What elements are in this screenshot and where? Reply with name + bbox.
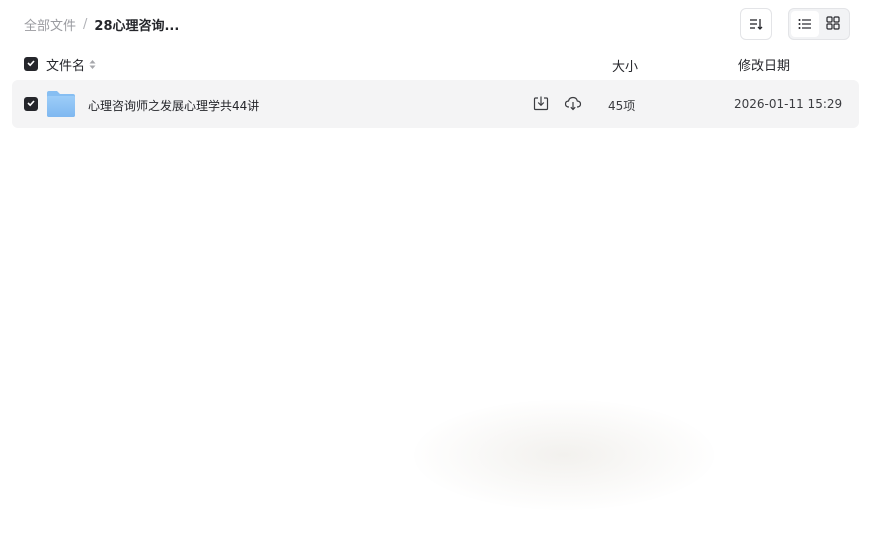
list-view-button[interactable]	[791, 11, 819, 37]
grid-view-button[interactable]	[819, 11, 847, 37]
sort-arrows-icon	[89, 59, 96, 70]
check-icon	[26, 57, 36, 72]
sort-button[interactable]	[740, 8, 772, 40]
file-size: 45项	[608, 99, 636, 113]
background-glow	[414, 400, 714, 510]
sort-lines-icon	[749, 15, 763, 34]
column-name-label: 文件名	[46, 59, 86, 74]
grid-view-icon	[826, 15, 840, 34]
file-date: 2026-01-11 15:29	[734, 97, 843, 111]
list-view-icon	[798, 15, 812, 34]
view-toggle	[788, 8, 850, 40]
folder-icon	[46, 90, 76, 121]
file-name[interactable]: 心理咨询师之发展心理学共44讲	[88, 97, 259, 114]
cloud-save-icon	[564, 95, 582, 114]
cloud-save-button[interactable]	[563, 94, 583, 114]
table-header: 文件名 大小 修改日期	[12, 52, 859, 76]
check-icon	[26, 97, 36, 111]
column-date-header: 修改日期	[738, 59, 791, 74]
breadcrumb-root[interactable]: 全部文件	[24, 15, 76, 34]
file-browser: 全部文件 / 28心理咨询... 文件名 大小 修改日期 心理咨询师之发展心理学…	[0, 0, 874, 538]
column-size-header: 大小	[612, 60, 639, 75]
breadcrumb: 全部文件 / 28心理咨询...	[24, 14, 179, 34]
breadcrumb-separator: /	[83, 16, 88, 32]
select-all-checkbox[interactable]	[24, 57, 38, 71]
row-checkbox[interactable]	[24, 97, 38, 111]
breadcrumb-current: 28心理咨询...	[94, 18, 180, 34]
column-name-header[interactable]: 文件名	[46, 55, 96, 74]
table-row[interactable]: 心理咨询师之发展心理学共44讲 45项 2026-01-11 15:29	[12, 80, 859, 128]
download-button[interactable]	[531, 94, 551, 114]
download-icon	[533, 95, 549, 114]
